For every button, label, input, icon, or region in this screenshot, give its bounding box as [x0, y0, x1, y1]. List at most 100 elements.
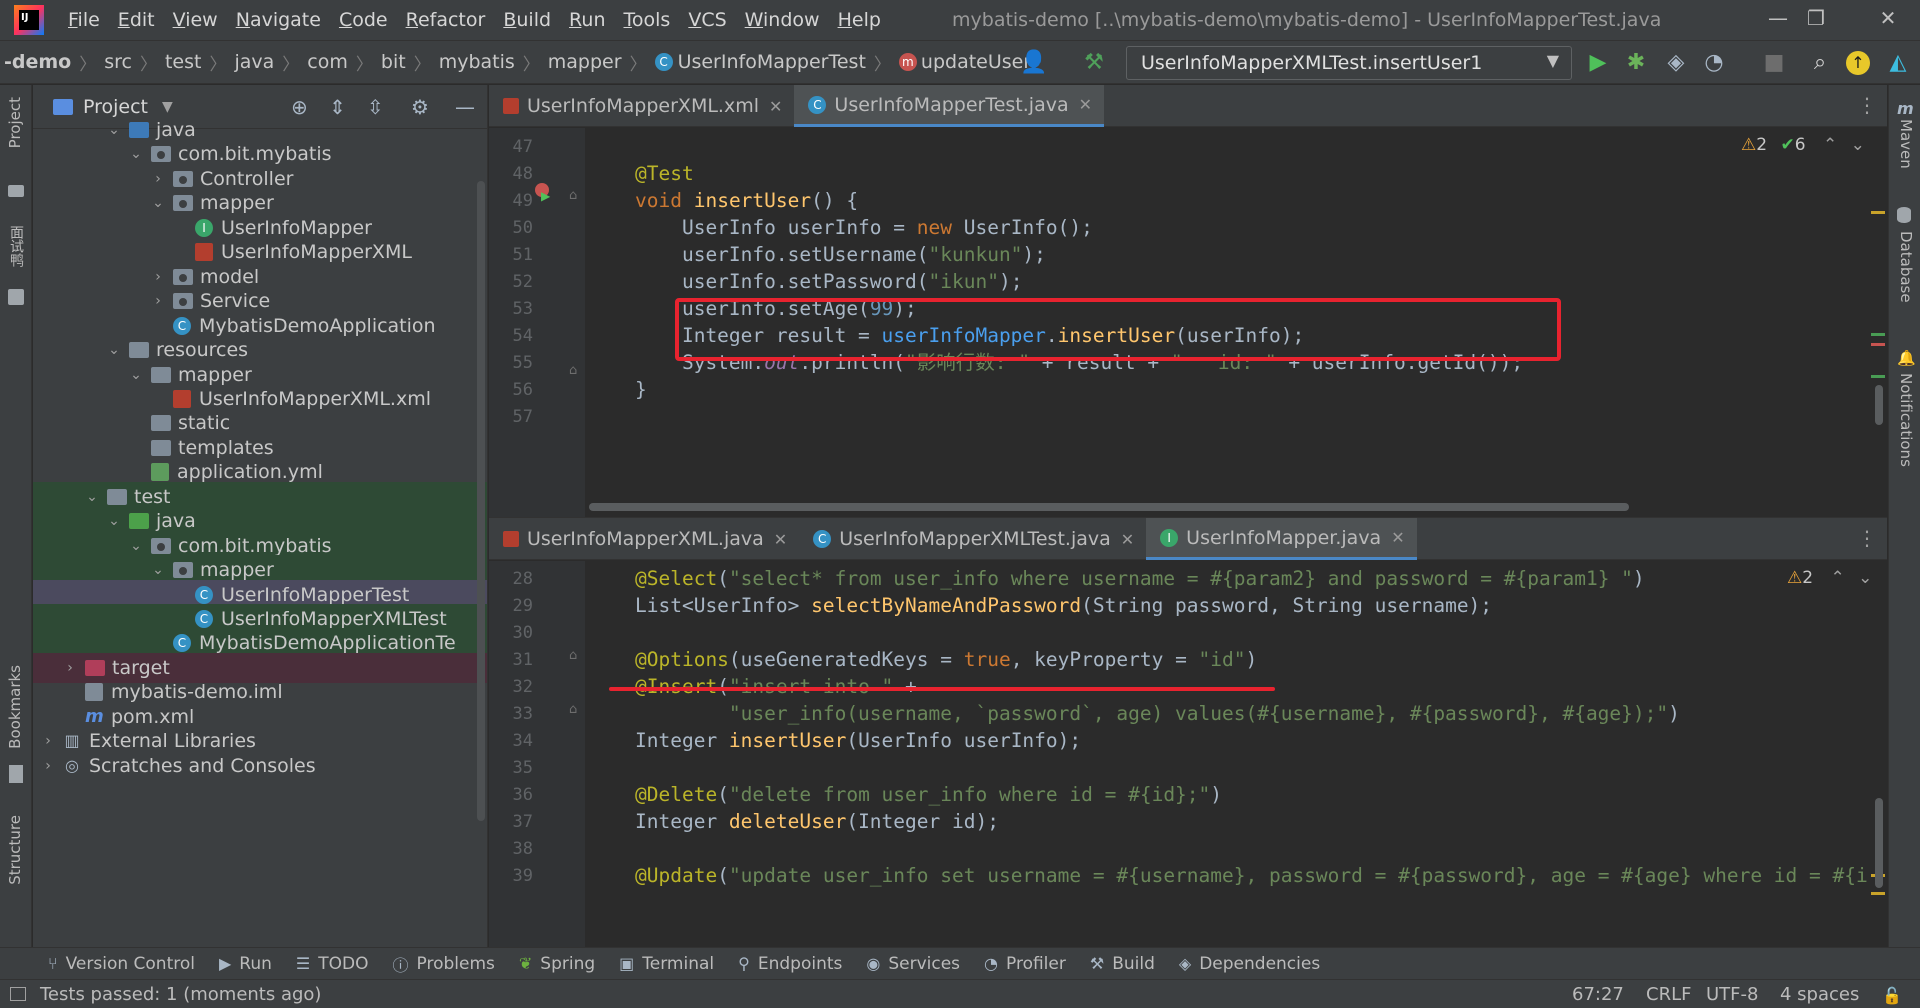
breadcrumb-java[interactable]: java: [234, 51, 274, 73]
debug-icon[interactable]: ✱: [1622, 49, 1650, 77]
breadcrumb-bit[interactable]: bit: [381, 51, 406, 73]
project-tool-tab[interactable]: Project: [6, 97, 24, 148]
chevron-right-icon[interactable]: ›: [149, 171, 167, 187]
user-icon[interactable]: 👤: [1020, 49, 1048, 77]
caret-position[interactable]: 67:27: [1572, 984, 1624, 1005]
tool-todo[interactable]: ☰ TODO: [296, 954, 369, 974]
database-tool-tab[interactable]: Database: [1897, 231, 1915, 303]
tool-services[interactable]: ◉ Services: [866, 954, 960, 974]
chevron-down-icon[interactable]: ⌄: [149, 195, 167, 211]
menu-refactor[interactable]: Refactor: [404, 9, 488, 31]
notifications-tool-tab[interactable]: Notifications: [1897, 373, 1915, 467]
close-icon[interactable]: ✕: [769, 97, 782, 116]
jetbrains-icon[interactable]: ◭: [1884, 49, 1912, 77]
fold-icon[interactable]: ⌂: [569, 188, 577, 203]
menu-navigate[interactable]: Navigate: [234, 9, 323, 31]
run-configuration-select[interactable]: UserInfoMapperXMLTest.insertUser1 ▼: [1126, 46, 1572, 80]
line-separator[interactable]: CRLF: [1646, 984, 1691, 1005]
close-icon[interactable]: ✕: [1121, 530, 1134, 549]
tool-problems[interactable]: ⓘ Problems: [393, 952, 495, 976]
breadcrumb-src[interactable]: src: [104, 51, 132, 73]
tool-terminal[interactable]: ▣ Terminal: [619, 954, 714, 974]
close-window-button[interactable]: ✕: [1866, 6, 1910, 34]
indent-setting[interactable]: 4 spaces: [1780, 984, 1859, 1005]
chevron-right-icon[interactable]: ›: [149, 269, 167, 285]
editor-top-vscroll[interactable]: [1875, 385, 1883, 425]
restore-button[interactable]: ❐: [1794, 6, 1838, 34]
code-line[interactable]: Integer deleteUser(Integer id);: [635, 805, 999, 838]
search-icon[interactable]: ⌕: [1806, 49, 1834, 77]
tab-userinfomappertest-java[interactable]: C UserInfoMapperTest.java ✕: [794, 85, 1105, 127]
code-line[interactable]: @Update("update user_info set username =…: [635, 859, 1868, 892]
chevron-down-icon[interactable]: ⌄: [105, 122, 123, 138]
profile-icon[interactable]: ◔: [1700, 49, 1728, 77]
run-icon[interactable]: ▶: [1584, 49, 1612, 77]
lock-icon[interactable]: 🔓: [1882, 986, 1902, 1005]
breadcrumb-mybatis[interactable]: mybatis: [439, 51, 515, 73]
tool-profiler[interactable]: ◔ Profiler: [984, 954, 1066, 974]
chevron-right-icon[interactable]: ›: [61, 660, 79, 676]
menu-run[interactable]: Run: [567, 9, 607, 31]
breadcrumb-project[interactable]: -demo: [4, 51, 71, 73]
chevron-right-icon[interactable]: ›: [39, 758, 57, 774]
chevron-right-icon[interactable]: ›: [149, 293, 167, 309]
editor-bottom-vscroll[interactable]: [1875, 798, 1883, 888]
more-icon[interactable]: ⋮: [1857, 93, 1877, 117]
editor-top-hscroll[interactable]: [589, 503, 1629, 511]
code-line[interactable]: Integer insertUser(UserInfo userInfo);: [635, 724, 1081, 757]
menu-window[interactable]: Window: [743, 9, 822, 31]
chevron-down-icon[interactable]: ⌄: [127, 367, 145, 383]
run-icon[interactable]: ▶: [541, 189, 550, 203]
tool-endpoints[interactable]: ⚲ Endpoints: [738, 954, 842, 974]
inspection-indicators[interactable]: ⚠2 ✔6 ⌃ ⌄: [1741, 135, 1865, 155]
tool-version-control[interactable]: ⑂ Version Control: [48, 954, 195, 974]
chevron-down-icon[interactable]: ⌄: [149, 562, 167, 578]
menu-edit[interactable]: Edit: [116, 9, 157, 31]
structure-tool-tab[interactable]: Structure: [6, 815, 24, 885]
menu-vcs[interactable]: VCS: [686, 9, 728, 31]
code-line[interactable]: }: [635, 373, 647, 406]
maven-tool-tab[interactable]: Maven: [1897, 119, 1915, 169]
chevron-down-icon[interactable]: ⌄: [105, 513, 123, 529]
chevron-down-icon[interactable]: ⌄: [1851, 135, 1865, 155]
more-icon[interactable]: ⋮: [1857, 526, 1877, 550]
breadcrumb-test[interactable]: test: [165, 51, 202, 73]
inspection-indicators[interactable]: ⚠2 ⌃ ⌄: [1787, 568, 1872, 588]
update-icon[interactable]: ↑: [1846, 51, 1870, 75]
chevron-down-icon[interactable]: ⌄: [127, 538, 145, 554]
chevron-down-icon[interactable]: ⌄: [105, 342, 123, 358]
file-encoding[interactable]: UTF-8: [1706, 984, 1758, 1005]
tab-userinfomapperxml-xml[interactable]: UserInfoMapperXML.xml ✕: [489, 85, 794, 127]
menu-view[interactable]: View: [171, 9, 220, 31]
menu-help[interactable]: Help: [836, 9, 883, 31]
close-icon[interactable]: ✕: [1391, 528, 1404, 547]
menu-build[interactable]: Build: [501, 9, 553, 31]
tool-dependencies[interactable]: ◈ Dependencies: [1179, 954, 1320, 974]
breadcrumb-mapper[interactable]: mapper: [548, 51, 622, 73]
status-message[interactable]: Tests passed: 1 (moments ago): [40, 984, 321, 1005]
chevron-down-icon[interactable]: ⌄: [83, 489, 101, 505]
toggle-tool-windows-icon[interactable]: [10, 987, 26, 1001]
hammer-icon[interactable]: ⚒: [1080, 49, 1108, 77]
chevron-up-icon[interactable]: ⌃: [1823, 135, 1837, 155]
close-icon[interactable]: ✕: [774, 530, 787, 549]
fold-icon[interactable]: ⌂: [569, 363, 577, 378]
menu-file[interactable]: File: [66, 9, 102, 31]
tree-item[interactable]: › ◎ Scratches and Consoles: [33, 751, 487, 781]
tool-run[interactable]: ▶ Run: [219, 954, 272, 974]
project-scrollbar[interactable]: [477, 181, 485, 821]
breadcrumb-com[interactable]: com: [307, 51, 348, 73]
coverage-icon[interactable]: ◈: [1662, 49, 1690, 77]
close-icon[interactable]: ✕: [1079, 95, 1092, 114]
tab-userinfomapperxmltest-java[interactable]: C UserInfoMapperXMLTest.java ✕: [799, 518, 1146, 560]
fold-icon[interactable]: ⌂: [569, 702, 577, 717]
menu-code[interactable]: Code: [337, 9, 390, 31]
tab-userinfomapperxml-java[interactable]: UserInfoMapperXML.java ✕: [489, 518, 799, 560]
chevron-right-icon[interactable]: ›: [39, 733, 57, 749]
tool-build[interactable]: ⚒ Build: [1090, 954, 1155, 974]
menu-tools[interactable]: Tools: [622, 9, 673, 31]
tab-userinfomapper-java[interactable]: I UserInfoMapper.java ✕: [1146, 518, 1417, 560]
chevron-up-icon[interactable]: ⌃: [1830, 568, 1844, 588]
breadcrumb-method[interactable]: updateUser: [921, 51, 1031, 73]
chevron-down-icon[interactable]: ⌄: [1858, 568, 1872, 588]
